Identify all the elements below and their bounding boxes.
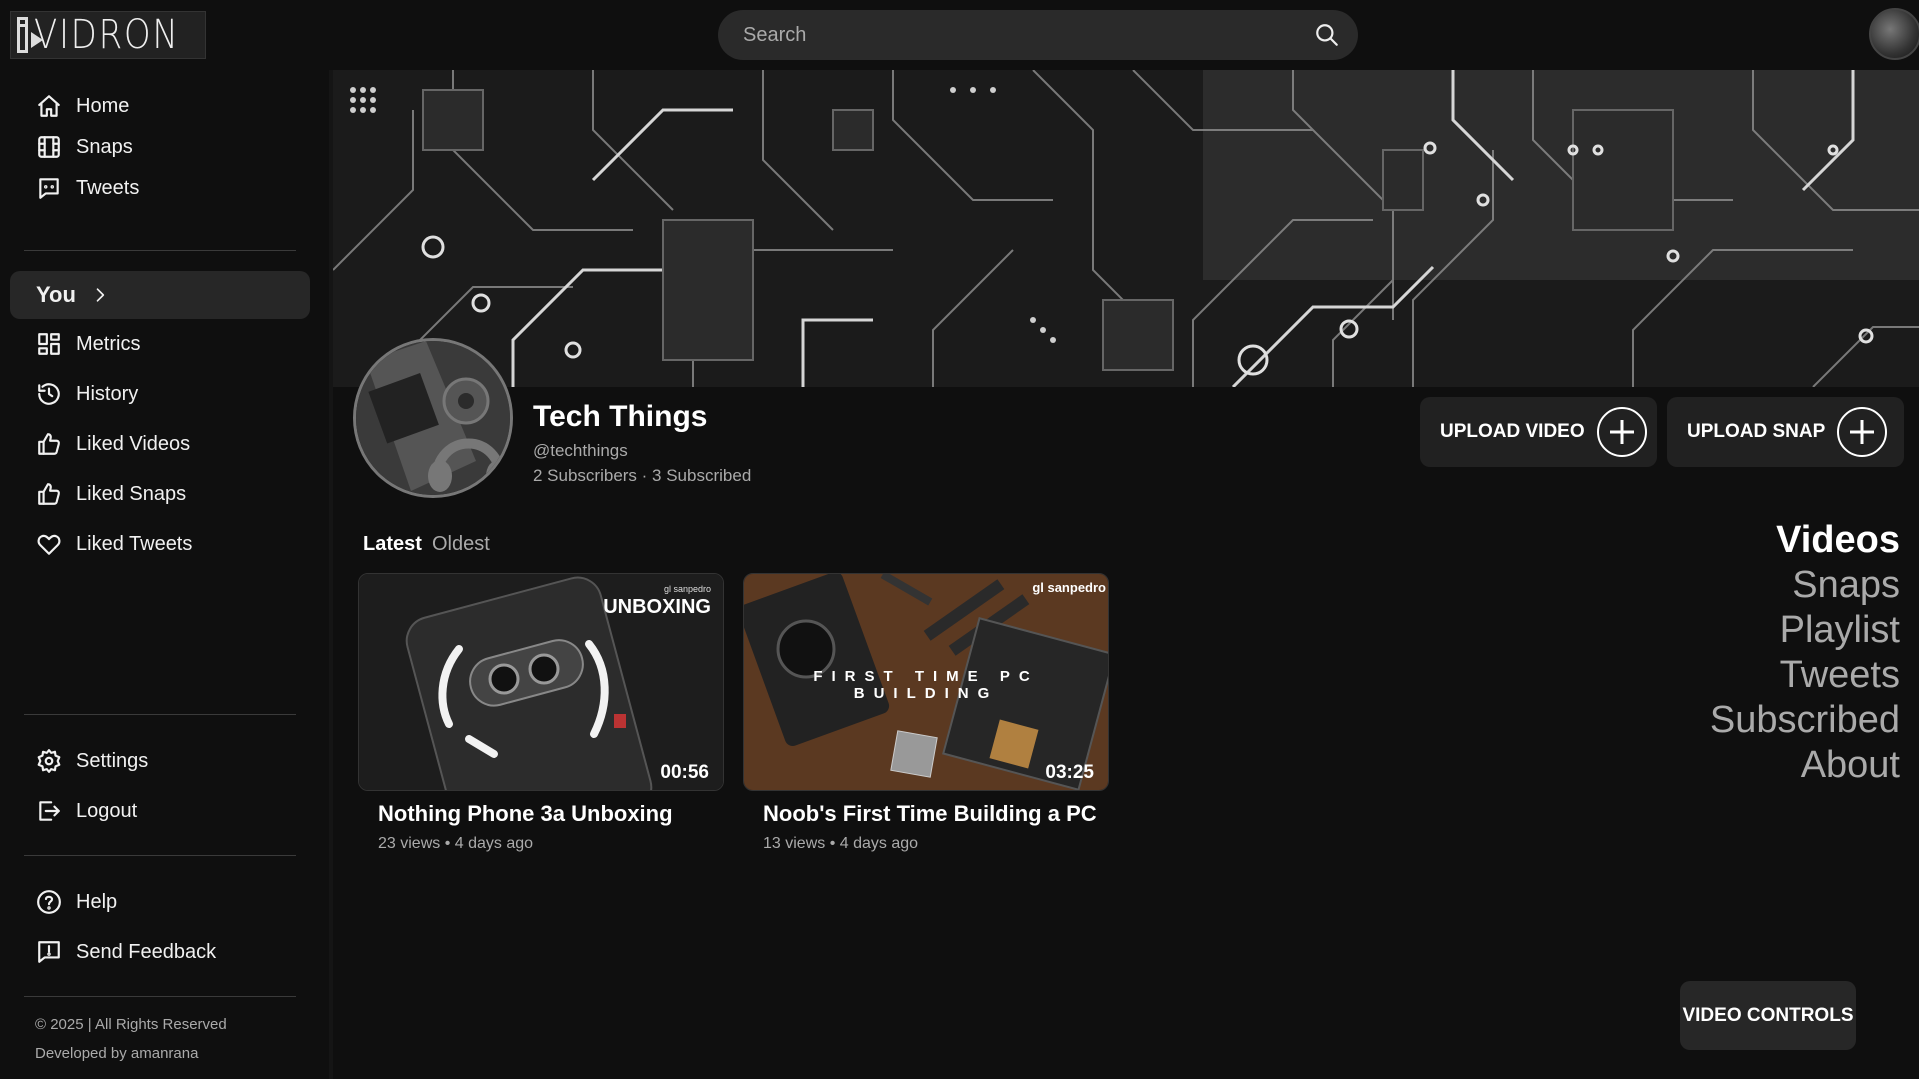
feedback-icon <box>38 941 60 963</box>
heart-icon <box>37 534 61 555</box>
play-logo-icon <box>17 17 43 53</box>
video-duration: 03:25 <box>1045 762 1094 783</box>
channel-avatar <box>353 338 513 498</box>
sidebar-item-you[interactable]: You <box>10 271 310 319</box>
film-icon <box>38 136 60 158</box>
upload-snap-button[interactable]: UPLOAD SNAP <box>1667 397 1904 467</box>
sidebar-item-label: Tweets <box>76 176 140 199</box>
thumbnail-watermark: gl sanpedro <box>1032 580 1106 595</box>
video-controls-button[interactable]: VIDEO CONTROLS <box>1680 981 1856 1050</box>
channel-page: Tech Things @techthings 2 Subscribers · … <box>333 70 1919 1079</box>
sidebar-item-label: Liked Videos <box>76 432 191 455</box>
copyright-text: © 2025 | All Rights Reserved <box>35 1016 227 1033</box>
channel-handle: @techthings <box>533 441 628 460</box>
sidebar-item-tweets[interactable]: Tweets <box>10 164 310 212</box>
thumbnail-overlay-text: FIRST TIME PC BUILDING <box>813 668 1039 702</box>
section-tab-snaps[interactable]: Snaps <box>1710 563 1900 608</box>
search-icon[interactable] <box>1314 22 1340 48</box>
circuit-banner-image <box>333 70 1919 387</box>
sidebar-item-label: Send Feedback <box>76 940 217 963</box>
section-tab-about[interactable]: About <box>1710 743 1900 788</box>
logout-icon <box>39 801 60 821</box>
sidebar-item-label: Help <box>76 890 118 913</box>
sidebar-item-history[interactable]: History <box>10 370 310 418</box>
thumbnail-overlay-text: UNBOXING <box>603 596 711 618</box>
upload-video-label: UPLOAD VIDEO <box>1440 421 1585 442</box>
section-tab-tweets[interactable]: Tweets <box>1710 653 1900 698</box>
top-bar: VIDRON <box>0 0 1919 70</box>
thumbnail-watermark: gl sanpedro <box>663 584 711 594</box>
video-card[interactable]: UNBOXING gl sanpedro 00:56 Nothing Phone… <box>358 573 724 853</box>
sidebar-item-label: Liked Snaps <box>76 482 187 505</box>
section-tab-playlist[interactable]: Playlist <box>1710 608 1900 653</box>
video-meta: 23 views • 4 days ago <box>378 835 534 852</box>
sidebar-item-label: Home <box>76 94 130 117</box>
video-thumbnail[interactable]: UNBOXING gl sanpedro 00:56 <box>358 573 724 791</box>
gear-icon <box>37 749 61 773</box>
upload-snap-label: UPLOAD SNAP <box>1687 421 1826 442</box>
video-duration: 00:56 <box>660 762 709 783</box>
sidebar-footer: © 2025 | All Rights Reserved Developed b… <box>35 1010 227 1068</box>
sidebar-item-label: Settings <box>76 749 149 772</box>
channel-name: Tech Things <box>533 400 708 433</box>
section-tab-videos[interactable]: Videos <box>1710 518 1900 563</box>
section-tab-subscribed[interactable]: Subscribed <box>1710 698 1900 743</box>
thumb-up-icon <box>38 483 60 505</box>
upload-video-button[interactable]: UPLOAD VIDEO <box>1420 397 1657 467</box>
sidebar: Home Snaps Tweets You Metrics History Li… <box>0 70 333 1079</box>
sidebar-item-label: History <box>76 382 139 405</box>
divider <box>24 996 296 997</box>
sidebar-item-send-feedback[interactable]: Send Feedback <box>10 928 310 976</box>
developer-text: Developed by amanrana <box>35 1045 199 1062</box>
home-icon <box>38 95 60 117</box>
sidebar-item-logout[interactable]: Logout <box>10 787 310 835</box>
sidebar-item-label: You <box>36 282 76 307</box>
app-logo[interactable]: VIDRON <box>10 11 206 59</box>
history-icon <box>38 383 60 405</box>
sort-latest-tab[interactable]: Latest <box>363 533 422 556</box>
thumb-up-icon <box>38 433 60 455</box>
dashboard-icon <box>38 333 60 355</box>
divider <box>24 714 296 715</box>
sidebar-item-label: Liked Tweets <box>76 532 193 555</box>
chat-icon <box>39 178 59 199</box>
channel-avatar-image <box>356 341 510 495</box>
sidebar-item-liked-videos[interactable]: Liked Videos <box>10 420 310 468</box>
channel-section-nav: Videos Snaps Playlist Tweets Subscribed … <box>1710 518 1900 788</box>
sidebar-item-help[interactable]: Help <box>10 878 310 926</box>
video-meta: 13 views • 4 days ago <box>763 835 919 852</box>
sidebar-item-label: Snaps <box>76 135 133 158</box>
help-icon <box>37 890 61 914</box>
video-thumbnail[interactable]: FIRST TIME PC BUILDING gl sanpedro 03:25 <box>743 573 1109 791</box>
sidebar-item-liked-snaps[interactable]: Liked Snaps <box>10 470 310 518</box>
plus-circle-icon <box>1837 407 1888 457</box>
search-bar <box>718 10 1358 60</box>
plus-circle-icon <box>1596 407 1647 457</box>
video-title[interactable]: Noob's First Time Building a PC <box>743 801 1109 827</box>
sidebar-item-settings[interactable]: Settings <box>10 737 310 785</box>
search-input[interactable] <box>743 23 1314 47</box>
logo-text: VIDRON <box>33 12 180 58</box>
video-card[interactable]: FIRST TIME PC BUILDING gl sanpedro 03:25… <box>743 573 1109 853</box>
divider <box>24 250 296 251</box>
sidebar-item-metrics[interactable]: Metrics <box>10 320 310 368</box>
chevron-right-icon <box>96 288 105 302</box>
sidebar-item-label: Logout <box>76 799 138 822</box>
channel-stats: 2 Subscribers · 3 Subscribed <box>533 466 752 485</box>
sidebar-item-label: Metrics <box>76 332 141 355</box>
video-title[interactable]: Nothing Phone 3a Unboxing <box>358 801 724 827</box>
channel-banner <box>333 70 1919 387</box>
user-avatar[interactable] <box>1869 8 1919 60</box>
sort-oldest-tab[interactable]: Oldest <box>432 533 490 556</box>
divider <box>24 855 296 856</box>
sidebar-item-liked-tweets[interactable]: Liked Tweets <box>10 520 310 568</box>
